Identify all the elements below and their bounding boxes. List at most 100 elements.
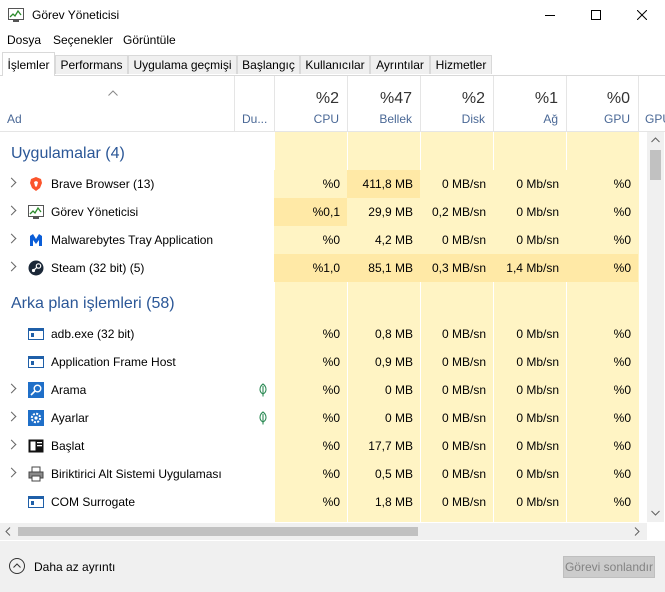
network-value: 0 Mb/sn xyxy=(516,411,559,425)
scroll-right-icon[interactable] xyxy=(634,527,640,536)
end-task-button[interactable]: Görevi sonlandır xyxy=(563,556,655,578)
gpu-value: %0 xyxy=(613,411,631,425)
process-name: Steam (32 bit) (5) xyxy=(51,261,145,275)
task-manager-icon xyxy=(28,205,44,219)
process-name: Application Frame Host xyxy=(51,355,176,369)
gpu-value: %0 xyxy=(613,467,631,481)
vertical-scroll-thumb[interactable] xyxy=(650,150,661,180)
network-value: 0 Mb/sn xyxy=(493,226,566,254)
brave-icon xyxy=(30,177,42,191)
window-app-icon xyxy=(28,496,44,508)
memory-value: 85,1 MB xyxy=(347,254,420,282)
gpu-value: %0 xyxy=(566,226,638,254)
table-row[interactable]: Malwarebytes Tray Application %0 4,2 MB … xyxy=(0,226,645,254)
scroll-up-icon[interactable] xyxy=(651,137,660,143)
horizontal-scrollbar[interactable] xyxy=(0,523,647,540)
menu-file[interactable]: Dosya xyxy=(7,33,41,47)
leaf-icon xyxy=(259,411,267,425)
menu-view[interactable]: Görüntüle xyxy=(123,33,176,47)
network-value: 0 Mb/sn xyxy=(493,170,566,198)
window-app-icon xyxy=(28,356,44,368)
fewer-details-link[interactable]: Daha az ayrıntı xyxy=(34,560,115,574)
expand-chevron-icon[interactable] xyxy=(6,439,17,450)
expand-chevron-icon[interactable] xyxy=(6,411,17,422)
column-gpu[interactable]: %0 GPU xyxy=(566,76,638,131)
table-row[interactable]: Ayarlar %0 0 MB 0 MB/sn 0 Mb/sn %0 xyxy=(0,404,645,432)
tab-users[interactable]: Kullanıcılar xyxy=(300,55,370,74)
expand-chevron-icon[interactable] xyxy=(6,467,17,478)
network-total: %1 xyxy=(534,90,558,107)
scroll-left-icon[interactable] xyxy=(5,527,11,536)
gpu-label: GPU xyxy=(603,112,630,126)
table-row[interactable]: adb.exe (32 bit) %0 0,8 MB 0 MB/sn 0 Mb/… xyxy=(0,320,645,348)
table-row[interactable]: Başlat %0 17,7 MB 0 MB/sn 0 Mb/sn %0 xyxy=(0,432,645,460)
table-row[interactable]: Steam (32 bit) (5) %1,0 85,1 MB 0,3 MB/s… xyxy=(0,254,645,282)
column-memory[interactable]: %47 Bellek xyxy=(347,76,420,131)
gpu-value: %0 xyxy=(566,170,638,198)
expand-chevron-icon[interactable] xyxy=(6,261,17,272)
disk-label: Disk xyxy=(461,112,485,126)
column-cpu[interactable]: %2 CPU xyxy=(274,76,347,131)
tab-app-history[interactable]: Uygulama geçmişi xyxy=(128,55,237,74)
footer-bar: Daha az ayrıntı Görevi sonlandır xyxy=(0,541,665,592)
network-value: 0 Mb/sn xyxy=(516,439,559,453)
network-value: 0 Mb/sn xyxy=(516,383,559,397)
disk-value: 0,2 MB/sn xyxy=(420,198,493,226)
chevron-up-circle-icon[interactable] xyxy=(9,558,25,574)
column-disk[interactable]: %2 Disk xyxy=(420,76,493,131)
disk-value: 0,3 MB/sn xyxy=(420,254,493,282)
disk-value: 0 MB/sn xyxy=(441,383,486,397)
vertical-scrollbar[interactable] xyxy=(647,132,664,522)
expand-chevron-icon[interactable] xyxy=(6,205,17,216)
network-value: 0 Mb/sn xyxy=(516,495,559,509)
scroll-down-icon[interactable] xyxy=(651,510,660,516)
table-row[interactable]: Application Frame Host %0 0,9 MB 0 MB/sn… xyxy=(0,348,645,376)
memory-value: 0,9 MB xyxy=(374,355,413,369)
title-bar: Görev Yöneticisi xyxy=(0,0,665,30)
gpu-value: %0 xyxy=(566,198,638,226)
maximize-button[interactable] xyxy=(573,0,619,30)
memory-value: 4,2 MB xyxy=(347,226,420,254)
close-button[interactable] xyxy=(619,0,665,30)
group-title-background[interactable]: Arka plan işlemleri (58) xyxy=(11,295,175,313)
chevron-up-icon xyxy=(13,563,21,568)
process-name: Arama xyxy=(51,383,87,397)
table-row[interactable]: Biriktirici Alt Sistemi Uygulaması %0 0,… xyxy=(0,460,645,488)
gpu-value: %0 xyxy=(613,355,631,369)
horizontal-scroll-thumb[interactable] xyxy=(18,527,418,536)
table-row[interactable]: COM Surrogate %0 1,8 MB 0 MB/sn 0 Mb/sn … xyxy=(0,488,645,516)
network-value: 0 Mb/sn xyxy=(516,355,559,369)
start-icon xyxy=(28,439,44,453)
column-name[interactable]: Ad xyxy=(7,112,22,126)
memory-total: %47 xyxy=(379,90,412,107)
cpu-value: %0,1 xyxy=(274,198,347,226)
tab-processes[interactable]: İşlemler xyxy=(2,52,55,76)
tab-performance[interactable]: Performans xyxy=(55,55,128,74)
menu-options[interactable]: Seçenekler xyxy=(53,33,113,47)
expand-chevron-icon[interactable] xyxy=(6,383,17,394)
tab-bar: İşlemler Performans Uygulama geçmişi Baş… xyxy=(0,52,665,76)
network-value: 0 Mb/sn xyxy=(516,467,559,481)
memory-value: 17,7 MB xyxy=(368,439,413,453)
minimize-button[interactable] xyxy=(527,0,573,30)
cpu-value: %0 xyxy=(274,226,347,254)
cpu-value: %0 xyxy=(322,355,340,369)
column-network[interactable]: %1 Ağ xyxy=(493,76,566,131)
memory-value: 0 MB xyxy=(384,383,413,397)
tab-details[interactable]: Ayrıntılar xyxy=(370,55,430,74)
table-row[interactable]: Brave Browser (13) %0 411,8 MB 0 MB/sn 0… xyxy=(0,170,645,198)
expand-chevron-icon[interactable] xyxy=(6,233,17,244)
gpu-value: %0 xyxy=(613,495,631,509)
group-title-apps[interactable]: Uygulamalar (4) xyxy=(11,145,125,163)
process-name: Ayarlar xyxy=(51,411,89,425)
expand-chevron-icon[interactable] xyxy=(6,177,17,188)
table-row[interactable]: Arama %0 0 MB 0 MB/sn 0 Mb/sn %0 xyxy=(0,376,645,404)
tab-startup[interactable]: Başlangıç xyxy=(237,55,300,74)
cpu-value: %1,0 xyxy=(274,254,347,282)
cpu-total: %2 xyxy=(315,90,339,107)
tab-services[interactable]: Hizmetler xyxy=(430,55,492,74)
column-status[interactable]: Du... xyxy=(234,76,274,131)
column-gpu-engine[interactable]: GPU xyxy=(638,76,665,131)
table-row[interactable]: Görev Yöneticisi %0,1 29,9 MB 0,2 MB/sn … xyxy=(0,198,645,226)
table-row[interactable] xyxy=(0,516,645,522)
